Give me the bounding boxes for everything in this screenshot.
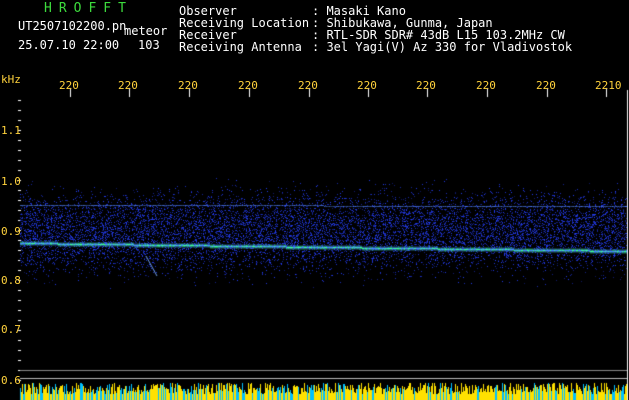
- y-tick-0.7: 0.7: [1, 323, 21, 336]
- x-tick-10: 2210: [595, 79, 622, 92]
- meteor-label: meteor: [124, 24, 168, 38]
- brand-title: HROFFT: [44, 1, 133, 16]
- y-tick-0.6: 0.6: [1, 374, 21, 387]
- y-tick-0.8: 0.8: [1, 274, 21, 287]
- datetime: 25.07.10 22:00: [18, 38, 120, 52]
- x-tick-4: 220: [238, 79, 258, 92]
- y-axis-unit: kHz: [1, 73, 21, 86]
- x-tick-9: 220: [536, 79, 556, 92]
- x-tick-6: 220: [357, 79, 377, 92]
- y-tick-0.9: 0.9: [1, 225, 21, 238]
- x-tick-2: 220: [118, 79, 138, 92]
- y-tick-1.1: 1.1: [1, 124, 21, 137]
- filename: UT2507102200.pn: [18, 19, 127, 33]
- antenna-label: Receiving Antenna: [179, 40, 302, 54]
- y-tick-1.0: 1.0: [1, 175, 21, 188]
- antenna-value: : 3el Yagi(V) Az 330 for Vladivostok: [312, 40, 573, 54]
- x-tick-1: 220: [59, 79, 79, 92]
- meteor-count: 103: [138, 38, 160, 52]
- spectrogram-canvas: [0, 0, 629, 400]
- x-tick-8: 220: [476, 79, 496, 92]
- x-tick-3: 220: [178, 79, 198, 92]
- x-tick-5: 220: [298, 79, 318, 92]
- x-tick-7: 220: [416, 79, 436, 92]
